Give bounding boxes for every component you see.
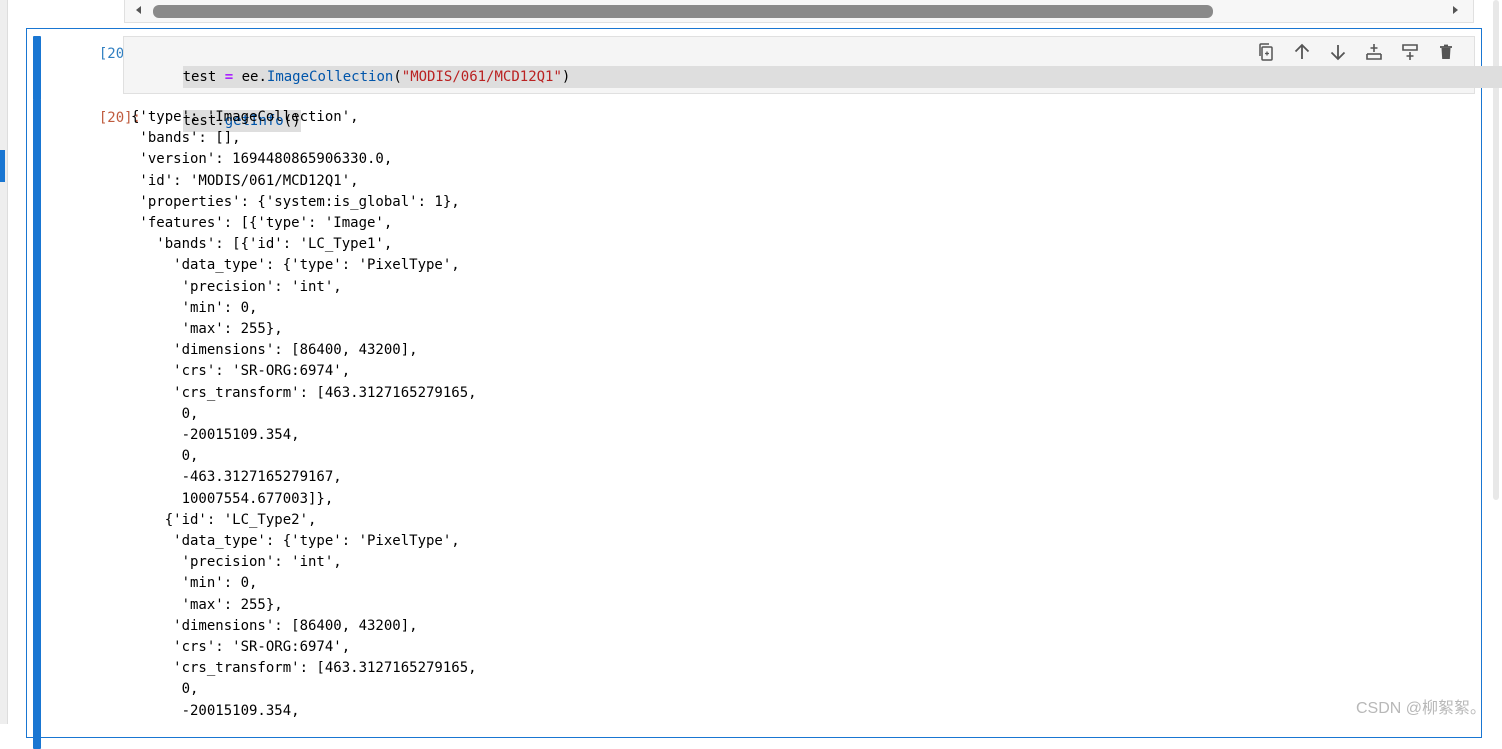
insert-cell-above-button[interactable] bbox=[1363, 41, 1385, 63]
output-line: {'id': 'LC_Type2', bbox=[131, 511, 317, 528]
output-line: -20015109.354, bbox=[131, 702, 300, 719]
output-line: 'bands': [{'id': 'LC_Type1', bbox=[131, 236, 393, 253]
arrow-down-icon bbox=[1330, 45, 1346, 61]
input-collapser[interactable] bbox=[33, 36, 41, 100]
output-line: 'bands': [], bbox=[131, 130, 241, 147]
horizontal-scrollbar-thumb[interactable] bbox=[153, 5, 1213, 18]
output-line: 'min': 0, bbox=[131, 575, 258, 592]
move-cell-up-button[interactable] bbox=[1291, 41, 1313, 63]
code-token: ) bbox=[561, 69, 571, 85]
code-token: ImageCollection bbox=[266, 69, 394, 85]
scroll-left-icon[interactable] bbox=[133, 4, 145, 16]
output-line: {'type': 'ImageCollection', bbox=[131, 109, 359, 125]
output-line: 'precision': 'int', bbox=[131, 554, 342, 571]
watermark: CSDN @柳絮絮。 bbox=[1355, 700, 1486, 717]
output-line: 'crs': 'SR-ORG:6974', bbox=[131, 639, 351, 656]
output-line: 0, bbox=[131, 405, 199, 422]
output-line: 0, bbox=[131, 681, 199, 698]
duplicate-cell-button[interactable] bbox=[1255, 41, 1277, 63]
insert-below-icon bbox=[1402, 44, 1418, 60]
move-cell-down-button[interactable] bbox=[1327, 41, 1349, 63]
code-token: ( bbox=[393, 69, 402, 85]
output-line: 'min': 0, bbox=[131, 299, 258, 316]
cell-output: {'type': 'ImageCollection', 'bands': [],… bbox=[131, 107, 477, 722]
insert-cell-below-button[interactable] bbox=[1399, 41, 1421, 63]
output-line: 'max': 255}, bbox=[131, 321, 283, 338]
output-line: 'data_type': {'type': 'PixelType', bbox=[131, 533, 460, 550]
output-line: 'max': 255}, bbox=[131, 596, 283, 613]
code-token: test bbox=[182, 69, 225, 85]
delete-cell-button[interactable] bbox=[1435, 41, 1457, 63]
code-token: ee. bbox=[233, 69, 267, 85]
code-token: "MODIS/061/MCD12Q1" bbox=[401, 69, 562, 85]
output-line: 'crs': 'SR-ORG:6974', bbox=[131, 363, 351, 380]
output-line: 'dimensions': [86400, 43200], bbox=[131, 342, 418, 359]
output-line: 10007554.677003]}, bbox=[131, 490, 334, 507]
copy-icon bbox=[1259, 43, 1273, 61]
trash-icon bbox=[1440, 44, 1452, 59]
output-line: 'properties': {'system:is_global': 1}, bbox=[131, 193, 460, 210]
output-line: -20015109.354, bbox=[131, 427, 300, 444]
left-panel-active-marker bbox=[0, 150, 5, 182]
output-line: 'crs_transform': [463.3127165279165, bbox=[131, 384, 477, 401]
code-token: = bbox=[224, 69, 234, 85]
previous-output-horizontal-scrollbar[interactable] bbox=[124, 0, 1474, 23]
output-line: 'crs_transform': [463.3127165279165, bbox=[131, 660, 477, 677]
output-line: 'precision': 'int', bbox=[131, 278, 342, 295]
left-panel-edge bbox=[0, 0, 8, 724]
output-collapser[interactable] bbox=[33, 99, 41, 749]
code-line-1[interactable]: test = ee.ImageCollection("MODIS/061/MCD… bbox=[182, 66, 1502, 88]
output-line: 'features': [{'type': 'Image', bbox=[131, 215, 393, 232]
output-line: -463.3127165279167, bbox=[131, 469, 342, 486]
output-line: 'data_type': {'type': 'PixelType', bbox=[131, 257, 460, 274]
notebook-cell-active[interactable]: [20]: test = ee.ImageCollection("MODIS/0… bbox=[26, 28, 1502, 749]
arrow-up-icon bbox=[1294, 43, 1310, 59]
scroll-right-icon[interactable] bbox=[1449, 4, 1461, 16]
insert-above-icon bbox=[1366, 44, 1382, 60]
output-line: 'id': 'MODIS/061/MCD12Q1', bbox=[131, 172, 359, 189]
cell-toolbar bbox=[1255, 41, 1457, 63]
output-line: 0, bbox=[131, 448, 199, 465]
output-line: 'dimensions': [86400, 43200], bbox=[131, 617, 418, 634]
output-line: 'version': 1694480865906330.0, bbox=[131, 151, 393, 168]
